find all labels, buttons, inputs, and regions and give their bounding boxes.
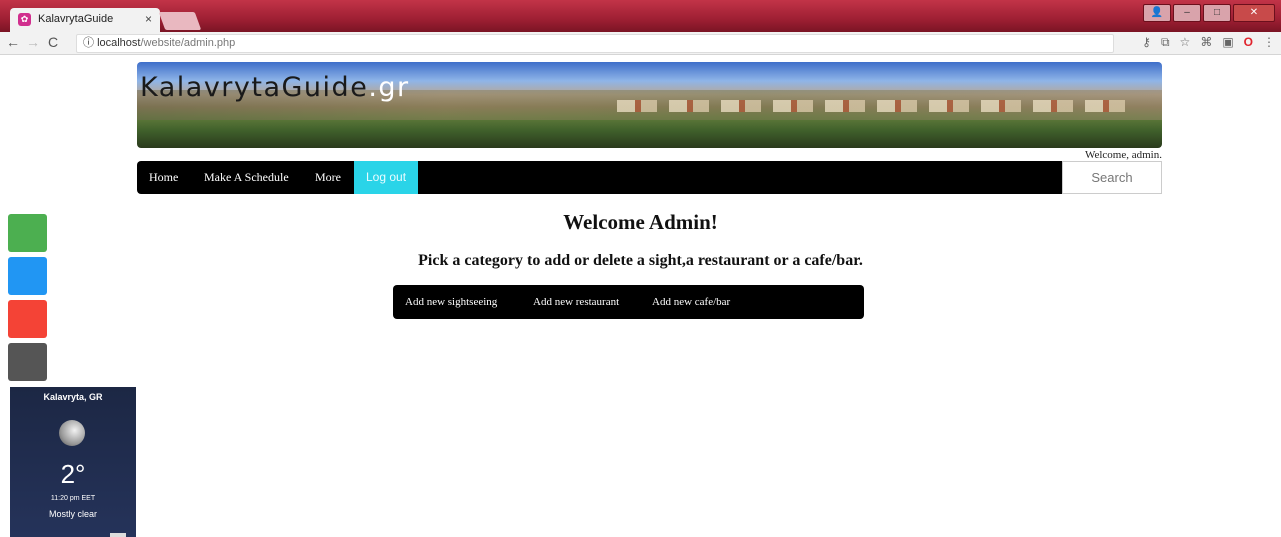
weather-city: Kalavryta, GR — [43, 392, 103, 402]
banner-village — [617, 100, 1137, 112]
green-share-icon[interactable] — [8, 214, 47, 252]
site-logo[interactable]: KalavrytaGuide.gr — [140, 72, 410, 103]
tab-close-icon[interactable]: × — [145, 12, 152, 26]
close-window-icon[interactable]: ✕ — [1233, 4, 1275, 22]
bookmark-star-icon[interactable]: ☆ — [1180, 35, 1191, 50]
nav-more[interactable]: More — [303, 161, 353, 194]
menu-dots-icon[interactable]: ⋮ — [1263, 35, 1275, 50]
browser-toolbar: ← → C ⓘ localhost/website/admin.php ⚷ ⧉ … — [0, 32, 1281, 55]
blue-share-icon[interactable] — [8, 257, 47, 295]
user-profile-icon[interactable]: 👤 — [1143, 4, 1171, 22]
search-input[interactable]: Search — [1062, 161, 1162, 194]
brand-tld: .gr — [368, 72, 410, 103]
back-arrow-icon[interactable]: ← — [6, 34, 20, 50]
reload-icon[interactable]: C — [48, 34, 58, 50]
weather-condition: Mostly clear — [48, 509, 97, 519]
browser-titlebar: ✿ KalavrytaGuide × 👤 – □ ✕ — [0, 0, 1281, 32]
site-favicon-icon: ✿ — [18, 13, 31, 26]
nav-home[interactable]: Home — [137, 161, 190, 194]
site-banner: KalavrytaGuide.gr — [137, 62, 1162, 148]
forward-arrow-icon[interactable]: → — [26, 34, 40, 50]
translate-icon[interactable]: ⧉ — [1161, 35, 1170, 50]
key-icon[interactable]: ⚷ — [1142, 35, 1151, 50]
add-restaurant-link[interactable]: Add new restaurant — [533, 285, 619, 319]
maximize-icon[interactable]: □ — [1203, 4, 1231, 22]
weather-temperature: 2° — [60, 459, 86, 489]
toolbar-extensions: ⚷ ⧉ ☆ ⌘ ▣ O ⋮ — [1142, 35, 1275, 50]
moon-icon — [59, 420, 85, 446]
brand-name: KalavrytaGuide — [140, 72, 369, 103]
add-sightseeing-link[interactable]: Add new sightseeing — [405, 285, 497, 319]
page-subtitle: Pick a category to add or delete a sight… — [418, 252, 863, 269]
minimize-icon[interactable]: – — [1173, 4, 1201, 22]
main-navbar: Home Make A Schedule More Log out — [137, 161, 1162, 194]
weather-expand-icon[interactable] — [110, 533, 126, 537]
info-icon[interactable]: ⓘ — [83, 37, 94, 49]
window-controls: 👤 – □ ✕ — [1143, 4, 1275, 22]
nav-logout[interactable]: Log out — [354, 161, 419, 194]
url-path: /website/admin.php — [140, 37, 236, 49]
pdf-icon[interactable]: ▣ — [1222, 35, 1233, 50]
red-share-icon[interactable] — [8, 300, 47, 338]
extension-icon[interactable]: ⌘ — [1200, 35, 1212, 50]
welcome-user-text: Welcome, admin. — [1084, 149, 1162, 161]
nav-make-schedule[interactable]: Make A Schedule — [192, 161, 301, 194]
add-cafe-bar-link[interactable]: Add new cafe/bar — [652, 285, 730, 319]
weather-widget[interactable]: Kalavryta, GR 2° 11:20 pm EET Mostly cle… — [10, 387, 136, 537]
url-host: localhost — [97, 37, 141, 49]
tab-title: KalavrytaGuide — [38, 13, 114, 25]
address-bar[interactable]: ⓘ localhost/website/admin.php — [76, 34, 1114, 53]
category-bar: Add new sightseeing Add new restaurant A… — [393, 285, 864, 319]
gray-share-icon[interactable] — [8, 343, 47, 381]
new-tab-button[interactable] — [158, 12, 202, 30]
browser-tab[interactable]: ✿ KalavrytaGuide × — [10, 8, 160, 32]
opera-icon[interactable]: O — [1244, 35, 1253, 50]
weather-time: 11:20 pm EET — [50, 495, 96, 502]
page-title: Welcome Admin! — [563, 210, 718, 234]
